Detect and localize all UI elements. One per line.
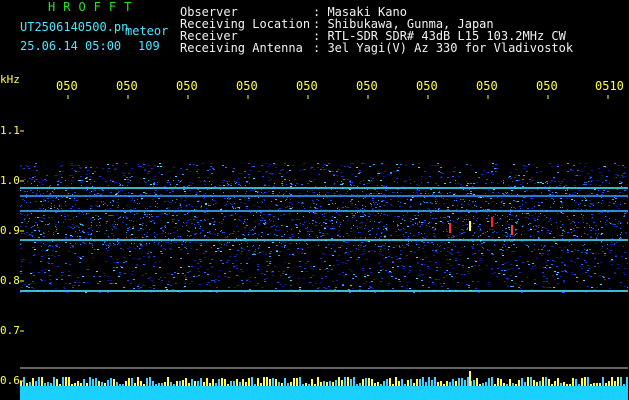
app-title: HROFFT xyxy=(48,0,140,14)
x-tick-label: 0510 xyxy=(595,79,624,93)
spectrogram-plot xyxy=(20,95,628,400)
spectrogram-canvas xyxy=(20,95,628,400)
frequency-unit-label: kHz xyxy=(0,73,20,86)
x-tick-label: 050 xyxy=(356,79,378,93)
x-tick-label: 050 xyxy=(296,79,318,93)
y-tick-label: 1.0 xyxy=(0,174,20,187)
y-tick-label: 1.1 xyxy=(0,124,20,137)
timestamp: 25.06.14 05:00 xyxy=(20,39,122,53)
x-tick-label: 050 xyxy=(536,79,558,93)
noise-floor-bar xyxy=(20,386,628,400)
y-tick-label: 0.6 xyxy=(0,374,20,387)
y-tick-label: 0.7 xyxy=(0,324,20,337)
x-tick-label: 050 xyxy=(236,79,258,93)
file-name: UT2506140500.pn xyxy=(20,20,129,34)
meteor-count: 109 xyxy=(138,39,160,53)
x-tick-label: 050 xyxy=(476,79,498,93)
meteor-label: meteor xyxy=(125,24,169,38)
noise-band xyxy=(20,163,628,293)
y-tick-label: 0.8 xyxy=(0,274,20,287)
x-tick-label: 050 xyxy=(56,79,78,93)
antenna-value: : 3el Yagi(V) Az 330 for Vladivostok xyxy=(313,41,574,55)
y-tick-label: 0.9 xyxy=(0,224,20,237)
antenna-label: Receiving Antenna xyxy=(180,41,303,55)
x-tick-label: 050 xyxy=(176,79,198,93)
x-tick-label: 050 xyxy=(116,79,138,93)
x-tick-label: 050 xyxy=(416,79,438,93)
